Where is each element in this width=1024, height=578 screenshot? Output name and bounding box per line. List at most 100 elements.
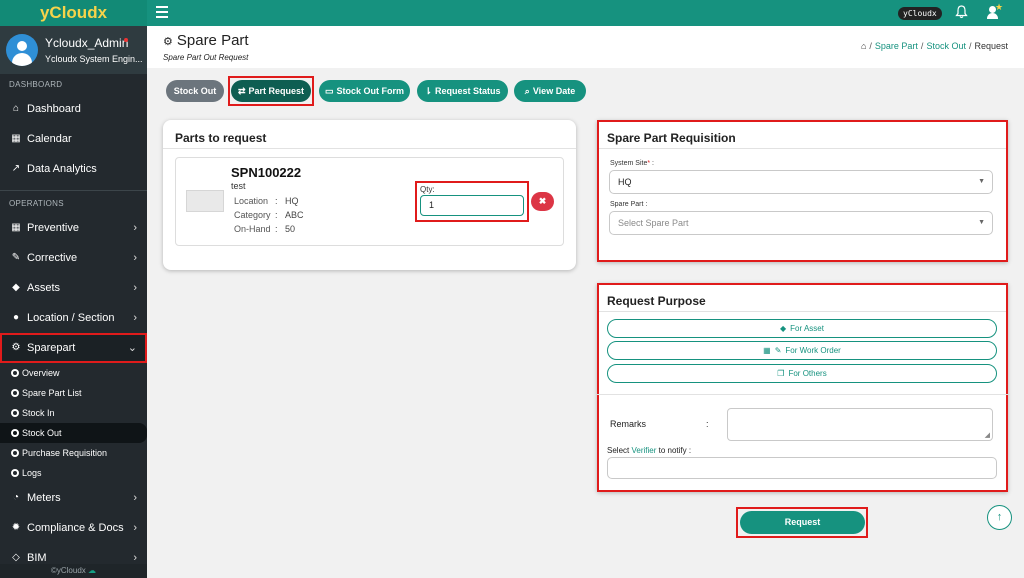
- bell-icon[interactable]: [955, 5, 968, 22]
- circle-icon: [11, 409, 19, 417]
- circle-icon: [11, 369, 19, 377]
- resize-grip-icon[interactable]: ◢: [985, 431, 990, 439]
- scroll-top-button[interactable]: ↑: [987, 505, 1012, 530]
- sidebar-item-corrective[interactable]: ✎ Corrective ›: [0, 243, 147, 273]
- search-icon: ⌕: [524, 86, 530, 96]
- brand-logo[interactable]: yCloudx: [0, 0, 147, 26]
- verifier-input[interactable]: [607, 457, 997, 479]
- calendar-icon: ▦: [11, 222, 21, 233]
- remarks-label: Remarks: [610, 419, 647, 429]
- divider: [163, 148, 576, 149]
- for-asset-button[interactable]: ◆ For Asset: [607, 319, 997, 338]
- remove-part-button[interactable]: ✖: [531, 192, 554, 211]
- calendar-icon: ▦: [11, 133, 21, 144]
- page-title: ⚙ Spare Part: [163, 32, 249, 49]
- part-category: Category: ABC: [234, 210, 304, 220]
- part-code: SPN100222: [231, 165, 302, 180]
- part-name: test: [231, 181, 246, 191]
- circle-icon: [11, 389, 19, 397]
- breadcrumb-spare-part[interactable]: Spare Part: [875, 41, 918, 51]
- tag-icon: ◆: [12, 282, 20, 293]
- calendar-icon: ▦: [763, 346, 771, 355]
- page-subtitle: Spare Part Out Request: [163, 53, 249, 62]
- top-bar: yCloudx yCloudx ★: [0, 0, 1024, 26]
- sidebar-subitem-stock-in[interactable]: Stock In: [0, 403, 147, 423]
- chevron-right-icon: ›: [133, 282, 137, 294]
- circle-icon: [11, 469, 19, 477]
- chevron-down-icon: ⌄: [127, 342, 137, 354]
- chevron-right-icon: ›: [133, 492, 137, 504]
- certificate-icon: ✹: [11, 522, 21, 533]
- part-thumbnail: [186, 190, 224, 212]
- user-menu-icon[interactable]: ★: [986, 2, 1003, 20]
- site-select[interactable]: HQ ▼: [609, 170, 993, 194]
- breadcrumb: ⌂ / Spare Part / Stock Out / Request: [860, 41, 1008, 51]
- avatar: [6, 34, 38, 66]
- stock-out-button[interactable]: Stock Out: [166, 80, 224, 102]
- spare-part-select[interactable]: Select Spare Part ▼: [609, 211, 993, 235]
- qty-input[interactable]: 1: [420, 195, 524, 216]
- sidebar-subitem-stock-out[interactable]: Stock Out: [0, 423, 147, 443]
- cloud-icon: ☁: [88, 566, 97, 575]
- sparepart-icon: ⚙: [163, 36, 173, 48]
- sort-list-icon: ⇂: [424, 86, 433, 96]
- profile-name: Ycloudx_Admin: [45, 36, 129, 50]
- sidebar-subitem-overview[interactable]: Overview: [0, 363, 147, 383]
- remarks-colon: :: [706, 419, 709, 429]
- sidebar: Ycloudx_Admin Ycloudx System Engin... DA…: [0, 26, 147, 578]
- caret-down-icon: ▼: [978, 178, 985, 185]
- home-icon[interactable]: ⌂: [861, 41, 866, 51]
- page-header: ⚙ Spare Part Spare Part Out Request ⌂ / Spa…: [147, 26, 1024, 68]
- wrench-icon: ✎: [774, 346, 782, 355]
- circle-icon: [11, 449, 19, 457]
- part-request-button[interactable]: ⇄ Part Request: [231, 80, 311, 102]
- arrow-up-icon: ↑: [996, 511, 1003, 523]
- sidebar-footer: ©yCloudx ☁: [0, 564, 147, 578]
- tag-icon: ◆: [780, 324, 787, 333]
- chevron-right-icon: ›: [133, 522, 137, 534]
- user-profile[interactable]: Ycloudx_Admin Ycloudx System Engin...: [0, 26, 147, 74]
- breadcrumb-stock-out[interactable]: Stock Out: [926, 41, 966, 51]
- part-onhand: On-Hand:50: [234, 224, 296, 234]
- sidebar-item-compliance-docs[interactable]: ✹ Compliance & Docs ›: [0, 513, 147, 543]
- verifier-link[interactable]: Verifier: [631, 446, 656, 455]
- view-date-button[interactable]: ⌕ View Date: [514, 80, 586, 102]
- breadcrumb-current: Request: [974, 41, 1008, 51]
- sidebar-subitem-spare-part-list[interactable]: Spare Part List: [0, 383, 147, 403]
- sidebar-item-assets[interactable]: ◆ Assets ›: [0, 273, 147, 303]
- online-status-dot: [124, 38, 128, 42]
- tenant-badge[interactable]: yCloudx: [898, 7, 942, 20]
- sidebar-item-data-analytics[interactable]: ↗ Data Analytics: [0, 154, 147, 184]
- sparepart-icon: ⚙: [11, 342, 21, 353]
- section-label-dashboard: DASHBOARD: [9, 80, 63, 89]
- remarks-textarea[interactable]: ◢: [727, 408, 993, 441]
- chart-line-icon: ↗: [11, 163, 21, 174]
- divider: [597, 394, 1008, 395]
- parts-card-title: Parts to request: [175, 131, 267, 145]
- stock-out-form-button[interactable]: ▭ Stock Out Form: [319, 80, 410, 102]
- for-work-order-button[interactable]: ▦ ✎ For Work Order: [607, 341, 997, 360]
- verifier-label: Select Verifier to notify :: [607, 446, 692, 455]
- sidebar-item-meters[interactable]: ◔ Meters ›: [0, 483, 147, 513]
- part-location: Location: HQ: [234, 196, 299, 206]
- request-submit-button[interactable]: Request: [740, 511, 865, 534]
- sidebar-item-location-section[interactable]: ● Location / Section ›: [0, 303, 147, 333]
- window-icon: ▭: [324, 86, 334, 96]
- chevron-right-icon: ›: [133, 252, 137, 264]
- spare-part-label: Spare Part :: [610, 201, 648, 208]
- sidebar-item-preventive[interactable]: ▦ Preventive ›: [0, 213, 147, 243]
- sidebar-subitem-purchase-requisition[interactable]: Purchase Requisition: [0, 443, 147, 463]
- for-others-button[interactable]: ❐ For Others: [607, 364, 997, 383]
- circle-icon: [11, 429, 19, 437]
- request-status-button[interactable]: ⇂ Request Status: [417, 80, 508, 102]
- divider: [0, 190, 147, 191]
- exchange-icon: ⇄: [237, 86, 246, 96]
- sidebar-item-dashboard[interactable]: ⌂ Dashboard: [0, 94, 147, 124]
- menu-toggle-icon[interactable]: [156, 6, 168, 18]
- copy-icon: ❐: [777, 369, 785, 378]
- sidebar-item-sparepart[interactable]: ⚙ Sparepart ⌄: [0, 333, 147, 363]
- profile-role: Ycloudx System Engin...: [45, 54, 142, 64]
- close-icon: ✖: [538, 196, 547, 206]
- sidebar-item-calendar[interactable]: ▦ Calendar: [0, 124, 147, 154]
- sidebar-subitem-logs[interactable]: Logs: [0, 463, 147, 483]
